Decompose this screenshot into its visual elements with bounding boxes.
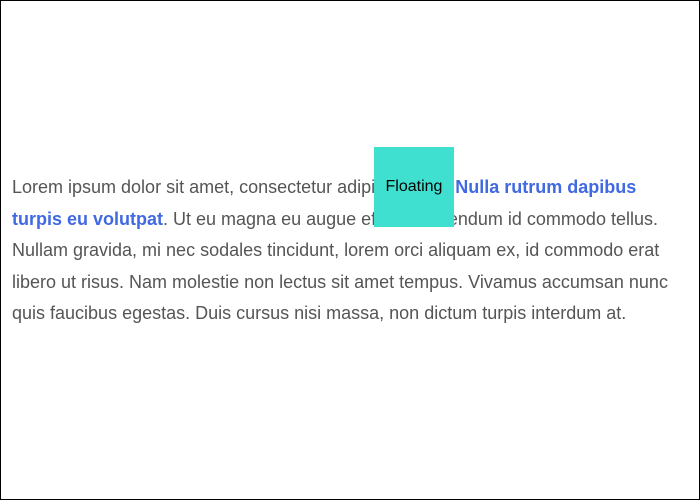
- floating-box-label: Floating: [385, 178, 443, 195]
- page-frame: Lorem ipsum dolor sit amet, consectetur …: [0, 0, 700, 500]
- floating-box: Floating: [374, 147, 454, 227]
- body-paragraph: Lorem ipsum dolor sit amet, consectetur …: [12, 172, 684, 330]
